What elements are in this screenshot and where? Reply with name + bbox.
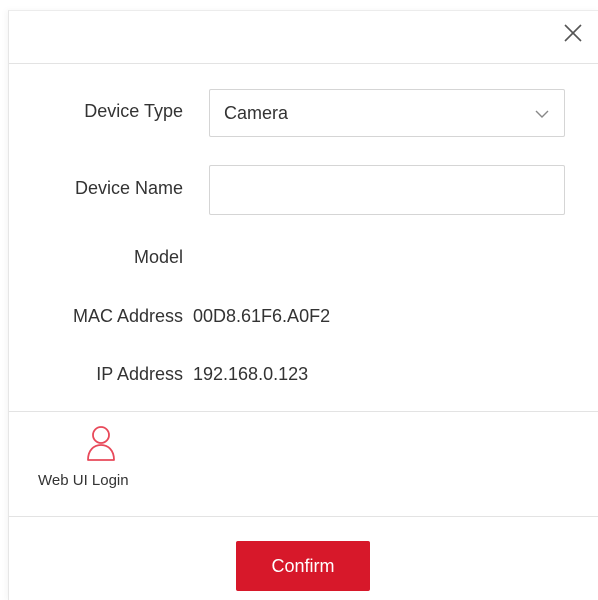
device-type-value: Camera <box>224 103 289 123</box>
confirm-button[interactable]: Confirm <box>236 541 370 591</box>
section-divider <box>9 411 598 412</box>
user-icon <box>86 425 116 461</box>
chevron-down-icon <box>534 107 550 119</box>
device-name-label: Device Name <box>74 178 183 198</box>
ip-address-label: IP Address <box>96 364 183 384</box>
web-ui-login-label: Web UI Login <box>38 472 129 489</box>
device-edit-dialog: Device Type Camera Device Name Model MAC… <box>8 10 598 600</box>
ip-address-value: 192.168.0.123 <box>193 364 309 384</box>
close-icon[interactable] <box>562 22 584 44</box>
header-divider <box>9 63 598 64</box>
web-ui-login-button[interactable]: Web UI Login <box>29 425 169 505</box>
mac-address-value: 00D8.61F6.A0F2 <box>193 306 331 326</box>
footer-divider <box>9 516 598 517</box>
device-type-select[interactable]: Camera <box>209 89 565 137</box>
device-type-label: Device Type <box>84 101 183 121</box>
device-name-input[interactable] <box>209 165 565 215</box>
mac-address-label: MAC Address <box>72 306 183 326</box>
model-label: Model <box>133 247 183 267</box>
